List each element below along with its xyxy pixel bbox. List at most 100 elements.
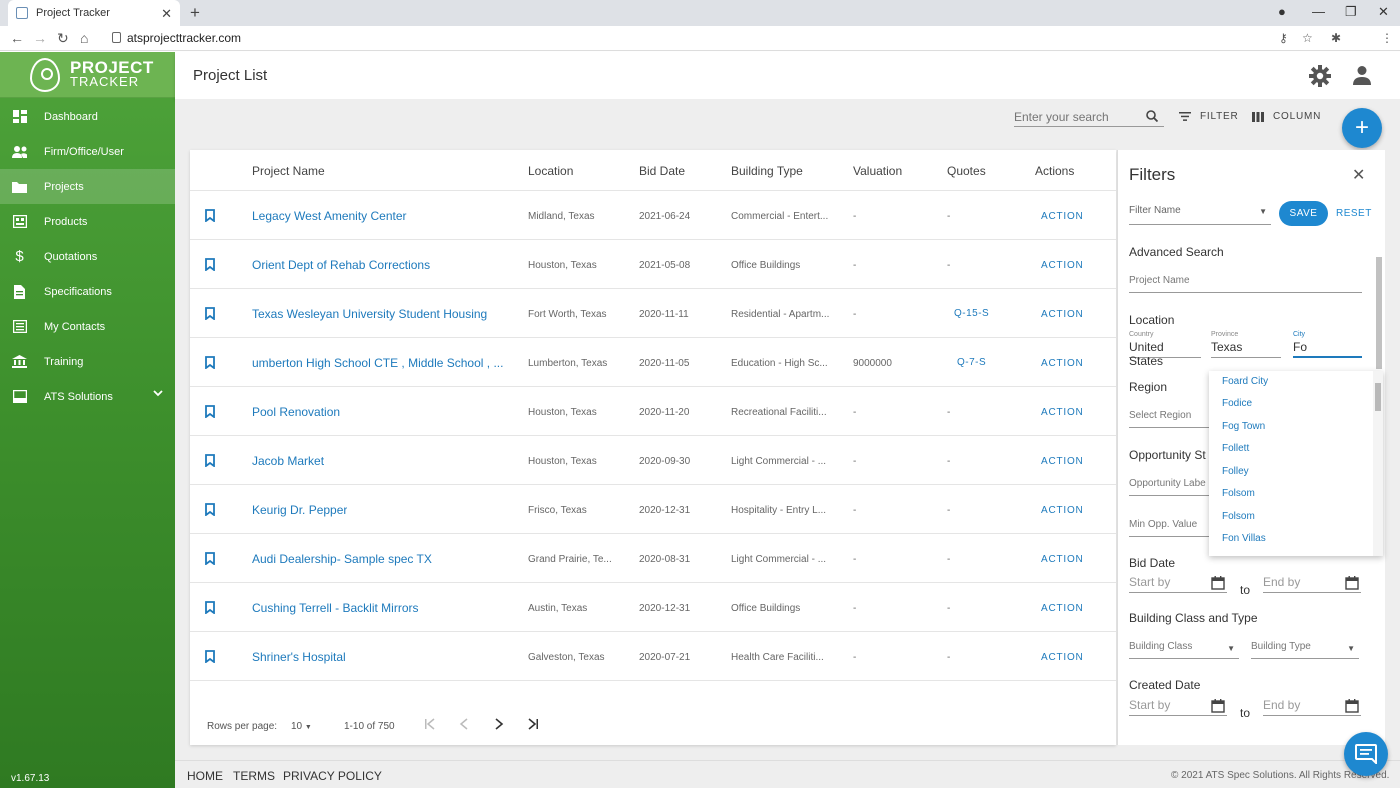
quote-link[interactable]: Q-7-S [957,357,986,368]
city-option[interactable]: Folsom [1222,511,1255,522]
bookmark-icon[interactable] [205,454,215,467]
building-type-select[interactable]: Building Type ▼ [1251,641,1359,659]
city-option[interactable]: Fog Town [1222,421,1265,432]
first-page-icon[interactable] [424,718,436,730]
reload-icon[interactable]: ↻ [57,30,69,47]
calendar-icon[interactable] [1211,699,1225,713]
add-project-button[interactable]: + [1342,108,1382,148]
sidebar-item-dashboard[interactable]: Dashboard [0,99,175,134]
maximize-icon[interactable]: ❐ [1345,4,1357,20]
project-name-link[interactable]: Legacy West Amenity Center [252,209,407,223]
action-button[interactable]: ACTION [1041,309,1084,320]
user-account-icon[interactable] [1352,65,1372,85]
column-button[interactable]: COLUMN [1252,111,1321,122]
chat-icon[interactable] [1344,732,1388,776]
project-name-link[interactable]: Audi Dealership- Sample spec TX [252,552,432,566]
building-class-select[interactable]: Building Class ▼ [1129,641,1239,659]
column-header-building-type[interactable]: Building Type [731,164,803,178]
search-icon[interactable] [1146,110,1158,122]
footer-privacy-link[interactable]: PRIVACY POLICY [283,769,382,783]
table-row[interactable]: Legacy West Amenity Center Midland, Texa… [190,191,1116,240]
column-header-location[interactable]: Location [528,164,573,178]
project-name-link[interactable]: Texas Wesleyan University Student Housin… [252,307,487,321]
url-field[interactable]: atsprojecttracker.com [112,31,241,45]
sidebar-item-products[interactable]: Products [0,204,175,239]
extensions-icon[interactable]: ✱ [1331,31,1341,45]
scrollbar-thumb[interactable] [1376,257,1382,369]
bookmark-icon[interactable] [205,552,215,565]
action-button[interactable]: ACTION [1041,358,1084,369]
bookmark-icon[interactable] [205,307,215,320]
next-page-icon[interactable] [494,718,504,730]
table-row[interactable]: Shriner's Hospital Galveston, Texas 2020… [190,632,1116,681]
close-window-icon[interactable]: ✕ [1378,4,1389,20]
province-field[interactable]: Texas [1211,340,1281,358]
filter-button[interactable]: FILTER [1179,111,1239,122]
calendar-icon[interactable] [1345,576,1359,590]
bookmark-icon[interactable] [205,601,215,614]
table-row[interactable]: Keurig Dr. Pepper Frisco, Texas 2020-12-… [190,485,1116,534]
project-name-link[interactable]: Cushing Terrell - Backlit Mirrors [252,601,418,615]
column-header-project-name[interactable]: Project Name [252,164,325,178]
created-date-start-field[interactable]: Start by [1129,698,1227,716]
chevron-down-icon[interactable] [153,390,163,397]
quote-link[interactable]: Q-15-S [954,308,989,319]
bookmark-icon[interactable] [205,209,215,222]
project-name-link[interactable]: Jacob Market [252,454,324,468]
calendar-icon[interactable] [1211,576,1225,590]
footer-home-link[interactable]: HOME [187,769,223,783]
opportunity-label-select[interactable]: Opportunity Labe [1129,478,1209,496]
search-field[interactable] [1014,108,1164,127]
new-tab-icon[interactable]: + [190,3,200,23]
bookmark-icon[interactable] [205,356,215,369]
profile-icon[interactable]: ● [1278,4,1286,19]
table-row[interactable]: Audi Dealership- Sample spec TX Grand Pr… [190,534,1116,583]
calendar-icon[interactable] [1345,699,1359,713]
home-icon[interactable]: ⌂ [80,30,88,46]
action-button[interactable]: ACTION [1041,554,1084,565]
rows-per-page-select[interactable]: 10 ▼ [291,721,312,732]
sidebar-item-my-contacts[interactable]: My Contacts [0,309,175,344]
autocomplete-scrollbar[interactable] [1373,371,1383,556]
project-name-link[interactable]: umberton High School CTE , Middle School… [252,356,503,370]
last-page-icon[interactable] [527,718,539,730]
app-logo[interactable]: PROJECT TRACKER [0,52,175,98]
city-option[interactable]: Follett [1222,443,1249,454]
search-input[interactable] [1014,110,1144,124]
sidebar-item-projects[interactable]: Projects [0,169,175,204]
save-filter-button[interactable]: SAVE [1279,201,1328,226]
table-row[interactable]: Pool Renovation Houston, Texas 2020-11-2… [190,387,1116,436]
city-option[interactable]: Fodice [1222,398,1252,409]
close-tab-icon[interactable]: ✕ [161,6,172,22]
table-row[interactable]: Jacob Market Houston, Texas 2020-09-30 L… [190,436,1116,485]
back-icon[interactable]: ← [10,30,24,46]
action-button[interactable]: ACTION [1041,456,1084,467]
footer-terms-link[interactable]: TERMS [233,769,275,783]
sidebar-item-quotations[interactable]: $ Quotations [0,239,175,274]
project-name-link[interactable]: Keurig Dr. Pepper [252,503,347,517]
sidebar-item-ats-solutions[interactable]: ATS Solutions [0,379,175,414]
city-field[interactable]: Fo [1293,340,1362,358]
city-option[interactable]: Foard City [1222,376,1268,387]
min-opp-value-field[interactable]: Min Opp. Value [1129,519,1209,537]
sidebar-item-specifications[interactable]: Specifications [0,274,175,309]
sidebar-item-firm-office-user[interactable]: Firm/Office/User [0,134,175,169]
menu-icon[interactable]: ⋮ [1381,31,1393,45]
action-button[interactable]: ACTION [1041,652,1084,663]
action-button[interactable]: ACTION [1041,407,1084,418]
project-name-link[interactable]: Shriner's Hospital [252,650,346,664]
bookmark-icon[interactable] [205,258,215,271]
forward-icon[interactable]: → [33,30,47,46]
city-option[interactable]: Fon Villas [1222,533,1266,544]
action-button[interactable]: ACTION [1041,603,1084,614]
table-row[interactable]: Cushing Terrell - Backlit Mirrors Austin… [190,583,1116,632]
table-row[interactable]: Orient Dept of Rehab Corrections Houston… [190,240,1116,289]
gear-icon[interactable] [1309,65,1331,87]
column-header-valuation[interactable]: Valuation [853,164,902,178]
bookmark-icon[interactable] [205,503,215,516]
bookmark-icon[interactable] [205,650,215,663]
action-button[interactable]: ACTION [1041,260,1084,271]
bid-date-end-field[interactable]: End by [1263,575,1361,593]
sidebar-item-training[interactable]: Training [0,344,175,379]
minimize-icon[interactable]: — [1312,4,1325,19]
